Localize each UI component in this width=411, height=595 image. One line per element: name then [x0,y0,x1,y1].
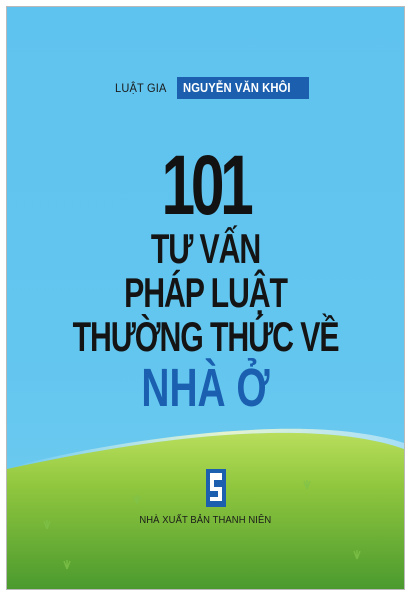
author-prefix: LUẬT GIA [115,81,167,95]
publisher-logo-icon [206,469,226,507]
author-name: NGUYỄN VĂN KHÔI [183,81,291,95]
title-line-2: PHÁP LUẬT [124,269,288,316]
publisher-name: NHÀ XUẤT BẢN THANH NIÊN [7,514,404,526]
author-name-box: NGUYỄN VĂN KHÔI [177,77,309,99]
author-line: LUẬT GIA NGUYỄN VĂN KHÔI [115,77,309,99]
page: LUẬT GIA NGUYỄN VĂN KHÔI 101 TƯ VẤN PHÁP… [0,0,411,595]
title-accent: NHÀ Ở [141,358,270,418]
title-line-3: THƯỜNG THỨC VỀ [72,313,340,360]
title-line-1: TƯ VẤN [150,225,261,272]
book-title: 101 TƯ VẤN PHÁP LUẬT THƯỜNG THỨC VỀ NHÀ … [7,138,404,418]
title-number: 101 [161,138,254,232]
book-cover: LUẬT GIA NGUYỄN VĂN KHÔI 101 TƯ VẤN PHÁP… [6,6,405,590]
publisher-label: NHÀ XUẤT BẢN THANH NIÊN [139,514,272,526]
